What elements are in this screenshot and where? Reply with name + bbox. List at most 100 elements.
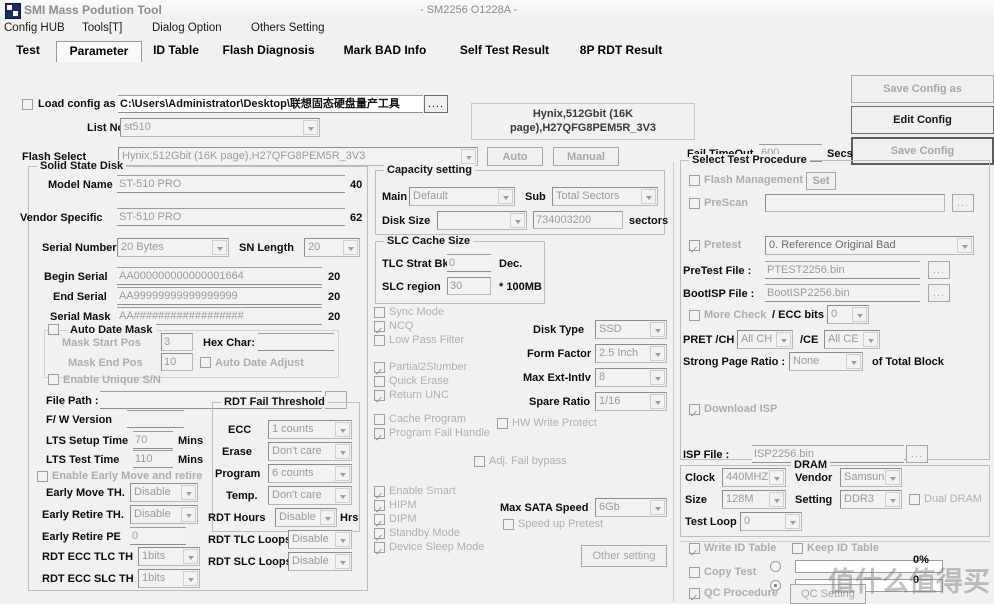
mask-end-pos-input[interactable]: 10 xyxy=(161,353,193,371)
bootisp-file-input[interactable]: BootISP2256.bin xyxy=(765,284,920,302)
checkbox-more-check[interactable] xyxy=(689,310,700,321)
checkbox-pretest[interactable] xyxy=(689,240,700,251)
dram-setting-dropdown[interactable]: DDR3 xyxy=(840,490,902,509)
disk-size-dropdown[interactable] xyxy=(437,211,527,230)
other-setting-button[interactable]: Other setting xyxy=(581,545,667,567)
checkbox-device-sleep-mode[interactable] xyxy=(374,542,385,553)
tab-parameter[interactable]: Parameter xyxy=(56,41,142,63)
isp-file-browse-button[interactable]: ... xyxy=(906,445,928,463)
pret-ch-dropdown[interactable]: All CH xyxy=(737,330,793,349)
rdt-ecc-tlc-th-dropdown[interactable]: 1bits xyxy=(138,547,200,566)
vendor-specific-input[interactable]: ST-510 PRO xyxy=(117,208,345,226)
save-config-as-button[interactable]: Save Config as xyxy=(851,75,994,103)
pretest-file-input[interactable]: PTEST2256.bin xyxy=(765,261,920,279)
checkbox-ncq[interactable] xyxy=(374,321,385,332)
lts-setup-time-input[interactable]: 70 xyxy=(133,431,173,449)
early-retire-th-dropdown[interactable]: Disable xyxy=(130,505,198,524)
sn-length-dropdown[interactable]: 20 xyxy=(304,238,360,257)
hex-char-input[interactable] xyxy=(258,333,334,351)
prescan-browse-button[interactable]: ... xyxy=(952,194,974,212)
lts-test-time-input[interactable]: 110 xyxy=(133,450,173,468)
rdt-ecc-dropdown[interactable]: 1 counts xyxy=(268,420,352,439)
checkbox-standby-mode[interactable] xyxy=(374,528,385,539)
menu-item-dialog-option[interactable]: Dialog Option xyxy=(152,22,222,34)
ce-dropdown[interactable]: All CE xyxy=(824,330,880,349)
config-path-input[interactable]: C:\Users\Administrator\Desktop\联想固态硬盘量产工… xyxy=(118,95,423,113)
checkbox-write-id-table[interactable] xyxy=(689,543,700,554)
checkbox-download-isp[interactable] xyxy=(689,404,700,415)
fw-version-input[interactable] xyxy=(127,410,184,428)
dram-test-loop-dropdown[interactable]: 0 xyxy=(740,512,802,531)
tab-flash-diagnosis[interactable]: Flash Diagnosis xyxy=(212,41,325,60)
sectors-input[interactable]: 734003200 xyxy=(533,211,623,229)
dram-size-dropdown[interactable]: 128M xyxy=(722,490,786,509)
qc-setting-button[interactable]: QC Setting xyxy=(790,584,866,604)
strong-page-ratio-dropdown[interactable]: None xyxy=(789,352,863,371)
rdt-program-dropdown[interactable]: 6 counts xyxy=(268,464,352,483)
early-retire-pe-input[interactable]: 0 xyxy=(130,527,186,545)
checkbox-prescan[interactable] xyxy=(689,198,700,209)
menu-item-tools[interactable]: Tools[T] xyxy=(82,22,122,34)
tab-mark-bad-info[interactable]: Mark BAD Info xyxy=(331,41,439,60)
checkbox-low-pass-filter[interactable] xyxy=(374,335,385,346)
slc-region-input[interactable]: 30 xyxy=(447,277,491,295)
manual-button[interactable]: Manual xyxy=(553,147,619,166)
checkbox-dual-dram[interactable] xyxy=(909,494,920,505)
checkbox-speed-up-pretest[interactable] xyxy=(503,519,514,530)
rdt-temp-dropdown[interactable]: Don't care xyxy=(268,486,352,505)
early-move-th-dropdown[interactable]: Disable xyxy=(130,483,198,502)
checkbox-keep-id-table[interactable] xyxy=(792,543,803,554)
checkbox-quick-erase[interactable] xyxy=(374,376,385,387)
list-no-dropdown[interactable]: st510 xyxy=(120,118,320,137)
checkbox-copy-test[interactable] xyxy=(689,567,700,578)
tab-8p-rdt-result[interactable]: 8P RDT Result xyxy=(568,41,674,60)
checkbox-adj-fail-bypass[interactable] xyxy=(474,456,485,467)
rdt-tlc-loops-dropdown[interactable]: Disable xyxy=(288,530,352,549)
tab-id-table[interactable]: ID Table xyxy=(145,41,207,60)
checkbox-flash-management[interactable] xyxy=(689,175,700,186)
bootisp-file-browse-button[interactable]: ... xyxy=(928,284,950,302)
auto-button[interactable]: Auto xyxy=(487,147,543,166)
checkbox-hipm[interactable] xyxy=(374,500,385,511)
begin-serial-input[interactable]: AA000000000000001664 xyxy=(117,267,322,285)
edit-config-button[interactable]: Edit Config xyxy=(851,106,994,134)
end-serial-input[interactable]: AA99999999999999999 xyxy=(117,287,322,305)
rdt-slc-loops-dropdown[interactable]: Disable xyxy=(288,552,352,571)
mask-start-pos-input[interactable]: 3 xyxy=(161,333,193,351)
checkbox-qc-procedure[interactable] xyxy=(689,588,700,599)
auto-date-adjust-checkbox[interactable] xyxy=(200,357,211,368)
tab-test[interactable]: Test xyxy=(6,41,50,60)
ecc-bits-dropdown[interactable]: 0 xyxy=(827,305,869,324)
flash-management-set-button[interactable]: Set xyxy=(806,172,836,190)
spare-ratio-dropdown[interactable]: 1/16 xyxy=(595,392,667,411)
checkbox-dipm[interactable] xyxy=(374,514,385,525)
prescan-input[interactable] xyxy=(765,194,945,212)
auto-date-mask-checkbox[interactable] xyxy=(48,324,59,335)
checkbox-return-unc[interactable] xyxy=(374,390,385,401)
serial-number-dropdown[interactable]: 20 Bytes xyxy=(117,238,229,257)
tlc-strat-bk-input[interactable]: 0 xyxy=(447,254,491,272)
disk-type-dropdown[interactable]: SSD xyxy=(595,320,667,339)
radio-progress-top[interactable] xyxy=(770,561,781,572)
checkbox-sync-mode[interactable] xyxy=(374,307,385,318)
checkbox-enable-smart[interactable] xyxy=(374,486,385,497)
serial-mask-input[interactable]: AA################## xyxy=(117,307,322,325)
checkbox-cache-program[interactable] xyxy=(374,414,385,425)
rdt-ecc-slc-th-dropdown[interactable]: 1bits xyxy=(138,569,200,588)
form-factor-dropdown[interactable]: 2.5 Inch xyxy=(595,344,667,363)
load-config-checkbox[interactable] xyxy=(22,99,33,110)
pretest-dropdown[interactable]: 0. Reference Original Bad xyxy=(765,236,974,255)
enable-early-move-checkbox[interactable] xyxy=(37,471,48,482)
max-sata-speed-dropdown[interactable]: 6Gb xyxy=(595,498,667,517)
capacity-sub-dropdown[interactable]: Total Sectors xyxy=(552,187,658,206)
checkbox-program-fail-handle[interactable] xyxy=(374,428,385,439)
tab-self-test-result[interactable]: Self Test Result xyxy=(446,41,563,60)
config-path-browse-button[interactable]: .... xyxy=(424,95,448,113)
dram-vendor-dropdown[interactable]: Samsun xyxy=(840,468,902,487)
pretest-file-browse-button[interactable]: ... xyxy=(928,261,950,279)
enable-unique-sn-checkbox[interactable] xyxy=(48,374,59,385)
menu-item-others-setting[interactable]: Others Setting xyxy=(251,22,325,34)
dram-clock-dropdown[interactable]: 440MHZ xyxy=(722,468,786,487)
model-name-input[interactable]: ST-510 PRO xyxy=(117,175,345,193)
rdt-hours-dropdown[interactable]: Disable xyxy=(275,508,337,527)
